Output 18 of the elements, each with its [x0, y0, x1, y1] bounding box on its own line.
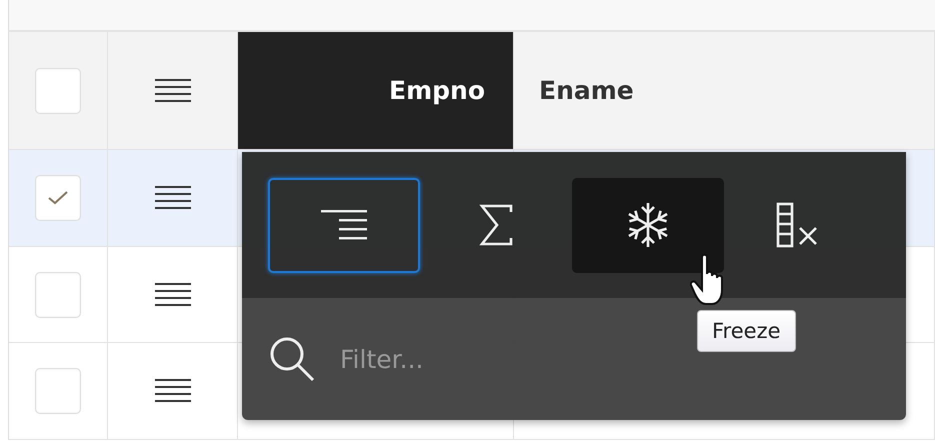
- checkbox[interactable]: [35, 175, 81, 221]
- checkbox[interactable]: [35, 272, 81, 318]
- sort-button[interactable]: [268, 178, 420, 272]
- checkbox[interactable]: [35, 368, 81, 414]
- menu-icon[interactable]: [154, 378, 190, 404]
- tooltip: Freeze: [697, 310, 796, 352]
- filter-field[interactable]: Filter...: [338, 344, 642, 374]
- check-icon: [47, 190, 69, 206]
- freeze-button[interactable]: [572, 178, 724, 272]
- search-icon: [268, 335, 316, 383]
- sort-icon: [321, 209, 367, 241]
- column-header[interactable]: Empno: [238, 32, 514, 150]
- sigma-icon: [479, 204, 513, 246]
- column-header[interactable]: Ename: [514, 32, 935, 150]
- menu-icon[interactable]: [154, 282, 190, 308]
- menu-icon[interactable]: [154, 78, 190, 104]
- menu-icon[interactable]: [154, 185, 190, 211]
- checkbox[interactable]: [35, 68, 81, 114]
